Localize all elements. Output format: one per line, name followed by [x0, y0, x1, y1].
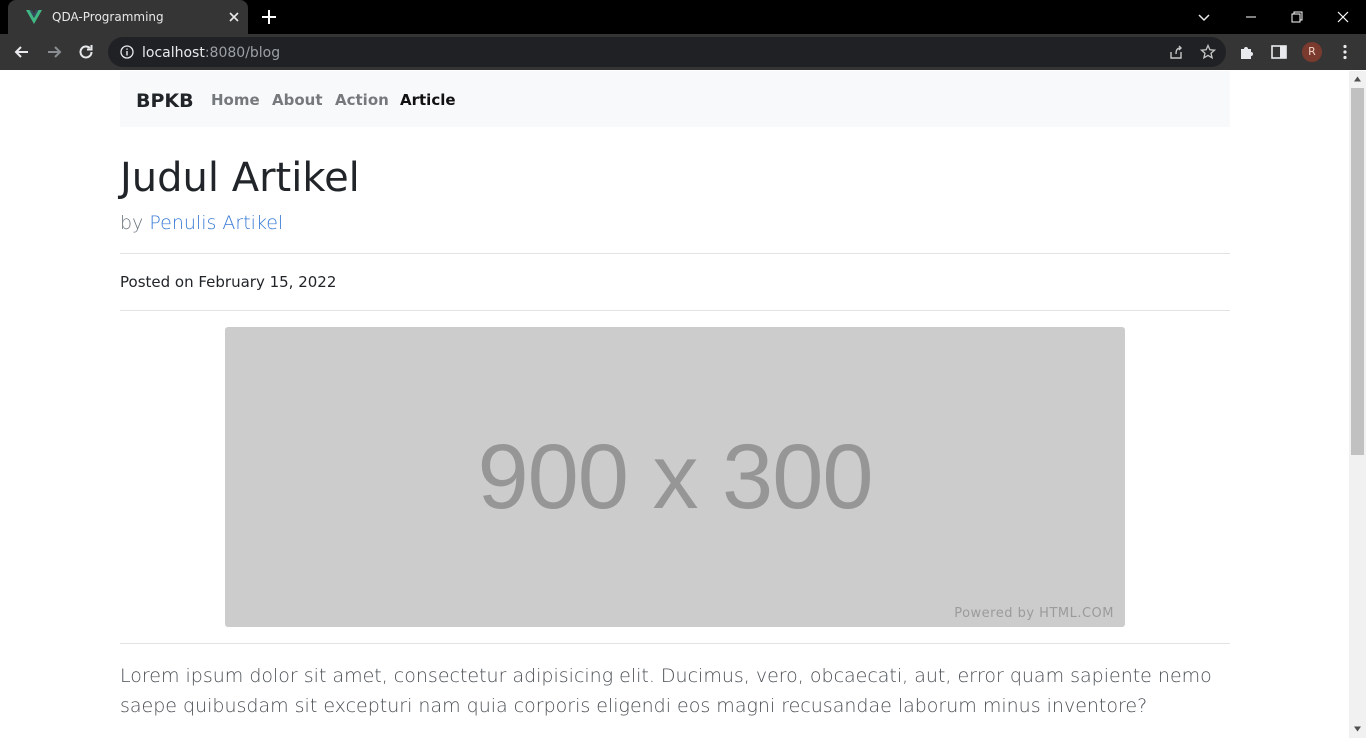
url-host: localhost [142, 45, 205, 61]
posted-date: Posted on February 15, 2022 [120, 273, 337, 291]
profile-avatar[interactable]: R [1302, 42, 1322, 62]
nav-link-action[interactable]: Action [335, 91, 389, 109]
scroll-up-arrow-icon[interactable] [1353, 75, 1362, 84]
url-path: :8080/blog [204, 45, 281, 61]
site-info-icon[interactable] [120, 45, 134, 59]
more-menu-icon[interactable] [1336, 43, 1354, 61]
tab-strip: QDA-Programming [0, 0, 1366, 34]
new-tab-icon[interactable] [260, 8, 278, 26]
minimize-icon [1246, 16, 1256, 18]
minimize-button[interactable] [1228, 0, 1274, 34]
placeholder-powered-by: Powered by HTML.COM [954, 606, 1114, 621]
placeholder-size-label: 900 x 300 [477, 426, 873, 528]
tab-title: QDA-Programming [52, 10, 164, 24]
site-navbar: BPKB Home About Action Article [120, 71, 1230, 127]
divider [120, 643, 1230, 644]
scroll-down-arrow-icon[interactable] [1353, 724, 1362, 733]
side-panel-icon[interactable] [1270, 43, 1288, 61]
tab-search-chevron-icon[interactable] [1195, 8, 1213, 26]
nav-link-article[interactable]: Article [400, 91, 456, 109]
close-window-button[interactable] [1320, 0, 1366, 34]
extensions-puzzle-icon[interactable] [1238, 43, 1256, 61]
close-icon [1337, 11, 1349, 23]
author-link[interactable]: Penulis Artikel [149, 212, 283, 234]
restore-icon [1291, 11, 1303, 23]
nav-link-about[interactable]: About [272, 91, 323, 109]
article-body: Lorem ipsum dolor sit amet, consectetur … [120, 665, 1212, 717]
page-viewport: BPKB Home About Action Article Judul Art… [0, 71, 1349, 738]
divider [120, 310, 1230, 311]
url-text: localhost:8080/blog [142, 45, 280, 61]
share-icon[interactable] [1168, 44, 1184, 60]
byline-prefix: by [120, 212, 144, 234]
address-bar[interactable]: localhost:8080/blog [108, 37, 1226, 67]
site-brand[interactable]: BPKB [136, 90, 194, 112]
vue-logo-icon [26, 10, 42, 24]
back-arrow-icon[interactable] [12, 42, 32, 62]
page-scrollbar[interactable] [1349, 71, 1366, 738]
article-image-placeholder: 900 x 300 Powered by HTML.COM [225, 327, 1125, 627]
browser-tab[interactable]: QDA-Programming [8, 0, 248, 34]
article-title: Judul Artikel [120, 155, 360, 201]
close-tab-icon[interactable] [226, 9, 242, 25]
browser-toolbar: localhost:8080/blog R [0, 34, 1366, 70]
forward-arrow-icon[interactable] [44, 42, 64, 62]
nav-link-home[interactable]: Home [211, 91, 260, 109]
scroll-thumb[interactable] [1351, 88, 1364, 455]
divider [120, 253, 1230, 254]
reload-icon[interactable] [76, 42, 96, 62]
article-byline: by Penulis Artikel [120, 212, 283, 234]
restore-button[interactable] [1274, 0, 1320, 34]
bookmark-star-icon[interactable] [1200, 44, 1216, 60]
